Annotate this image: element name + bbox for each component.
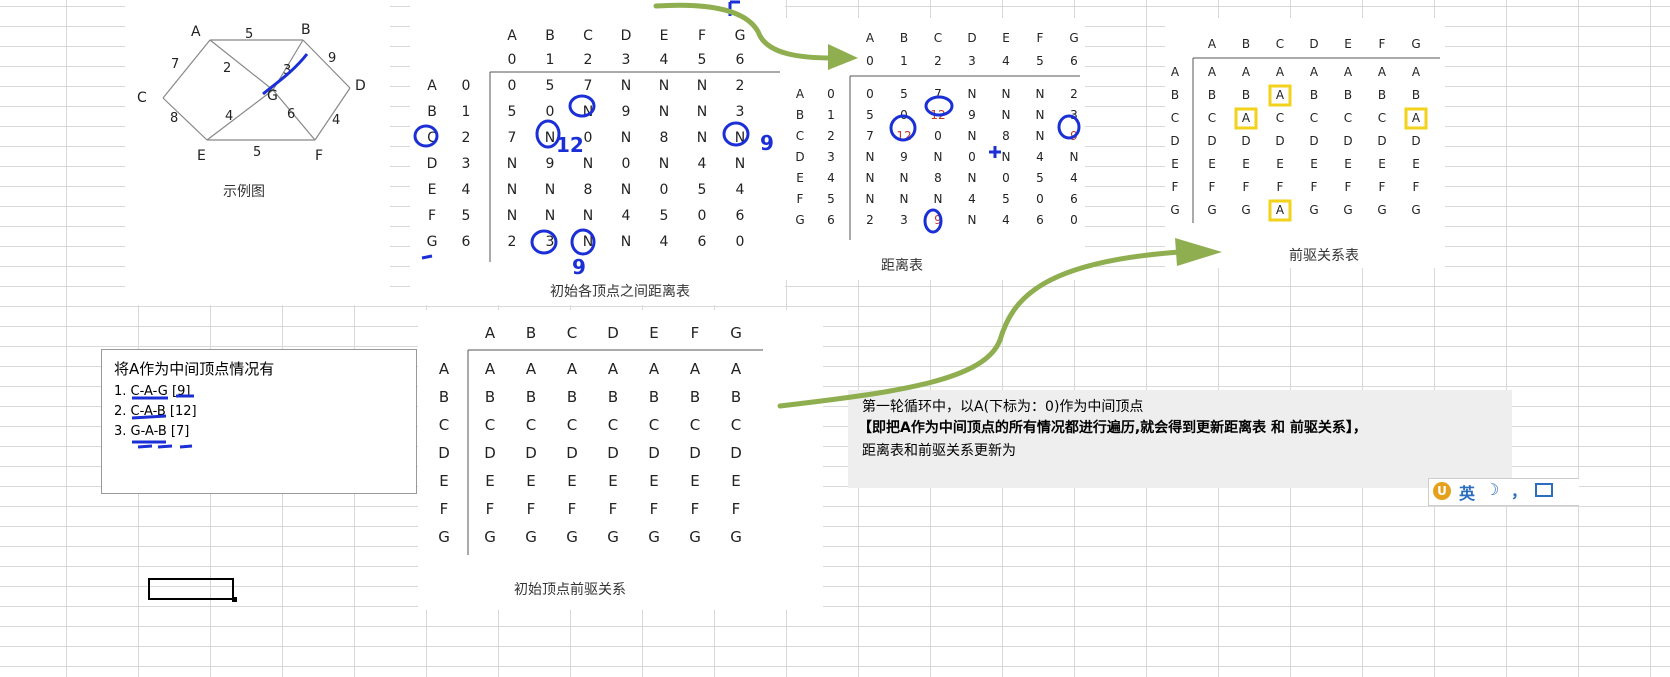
arrow-to-dist <box>653 2 835 61</box>
arrow-head-dist <box>828 44 858 70</box>
arrow-head-pred <box>1175 238 1222 266</box>
arrow-to-pred <box>777 249 1183 409</box>
arrows-overlay <box>653 2 1222 409</box>
